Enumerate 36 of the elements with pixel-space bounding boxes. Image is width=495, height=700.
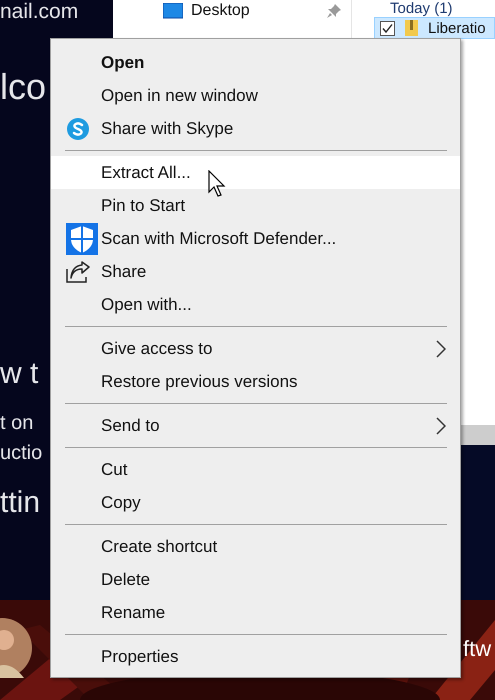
page-text: ttin bbox=[0, 486, 40, 519]
share-icon bbox=[66, 260, 90, 282]
menu-item[interactable]: Restore previous versions bbox=[51, 365, 460, 398]
page-text: uctio bbox=[0, 442, 42, 464]
logo-icon bbox=[66, 116, 90, 140]
avatar bbox=[0, 618, 32, 678]
menu-item[interactable]: Send to bbox=[51, 409, 460, 442]
menu-item[interactable]: Open with... bbox=[51, 288, 460, 321]
checkbox[interactable] bbox=[380, 20, 395, 36]
page-text: nail.com bbox=[0, 0, 78, 24]
shield-icon bbox=[66, 222, 98, 254]
menu-item[interactable]: Extract All... bbox=[51, 156, 460, 189]
page-text: lco bbox=[0, 67, 46, 107]
page-text: t on bbox=[0, 412, 34, 434]
pin-icon[interactable] bbox=[327, 4, 341, 18]
menu-item[interactable]: Open bbox=[51, 46, 460, 79]
menu-item[interactable]: Open in new window bbox=[51, 79, 460, 112]
nav-item[interactable]: Desktop bbox=[191, 2, 327, 20]
menu-item[interactable]: Give access to bbox=[51, 332, 460, 365]
file-row[interactable]: Liberatio bbox=[374, 17, 495, 39]
menu-item[interactable]: Share bbox=[51, 255, 460, 288]
menu-item[interactable]: Rename bbox=[51, 596, 460, 629]
menu-item[interactable]: Share with Skype bbox=[51, 112, 460, 145]
zip-folder-icon bbox=[405, 20, 418, 36]
page-text: w t bbox=[0, 356, 38, 390]
cursor-icon bbox=[208, 170, 226, 198]
menu-item[interactable]: Copy bbox=[51, 486, 460, 519]
menu-item[interactable]: Pin to Start bbox=[51, 189, 460, 222]
menu-item[interactable]: Scan with Microsoft Defender... bbox=[51, 222, 460, 255]
menu-item[interactable]: Properties bbox=[51, 640, 460, 673]
page-text: ftw bbox=[463, 636, 492, 662]
menu-item[interactable]: Cut bbox=[51, 453, 460, 486]
menu-item[interactable]: Create shortcut bbox=[51, 530, 460, 563]
menu-item[interactable]: Delete bbox=[51, 563, 460, 596]
monitor-icon bbox=[163, 3, 183, 19]
group-header[interactable]: Today (1) bbox=[374, 0, 495, 17]
